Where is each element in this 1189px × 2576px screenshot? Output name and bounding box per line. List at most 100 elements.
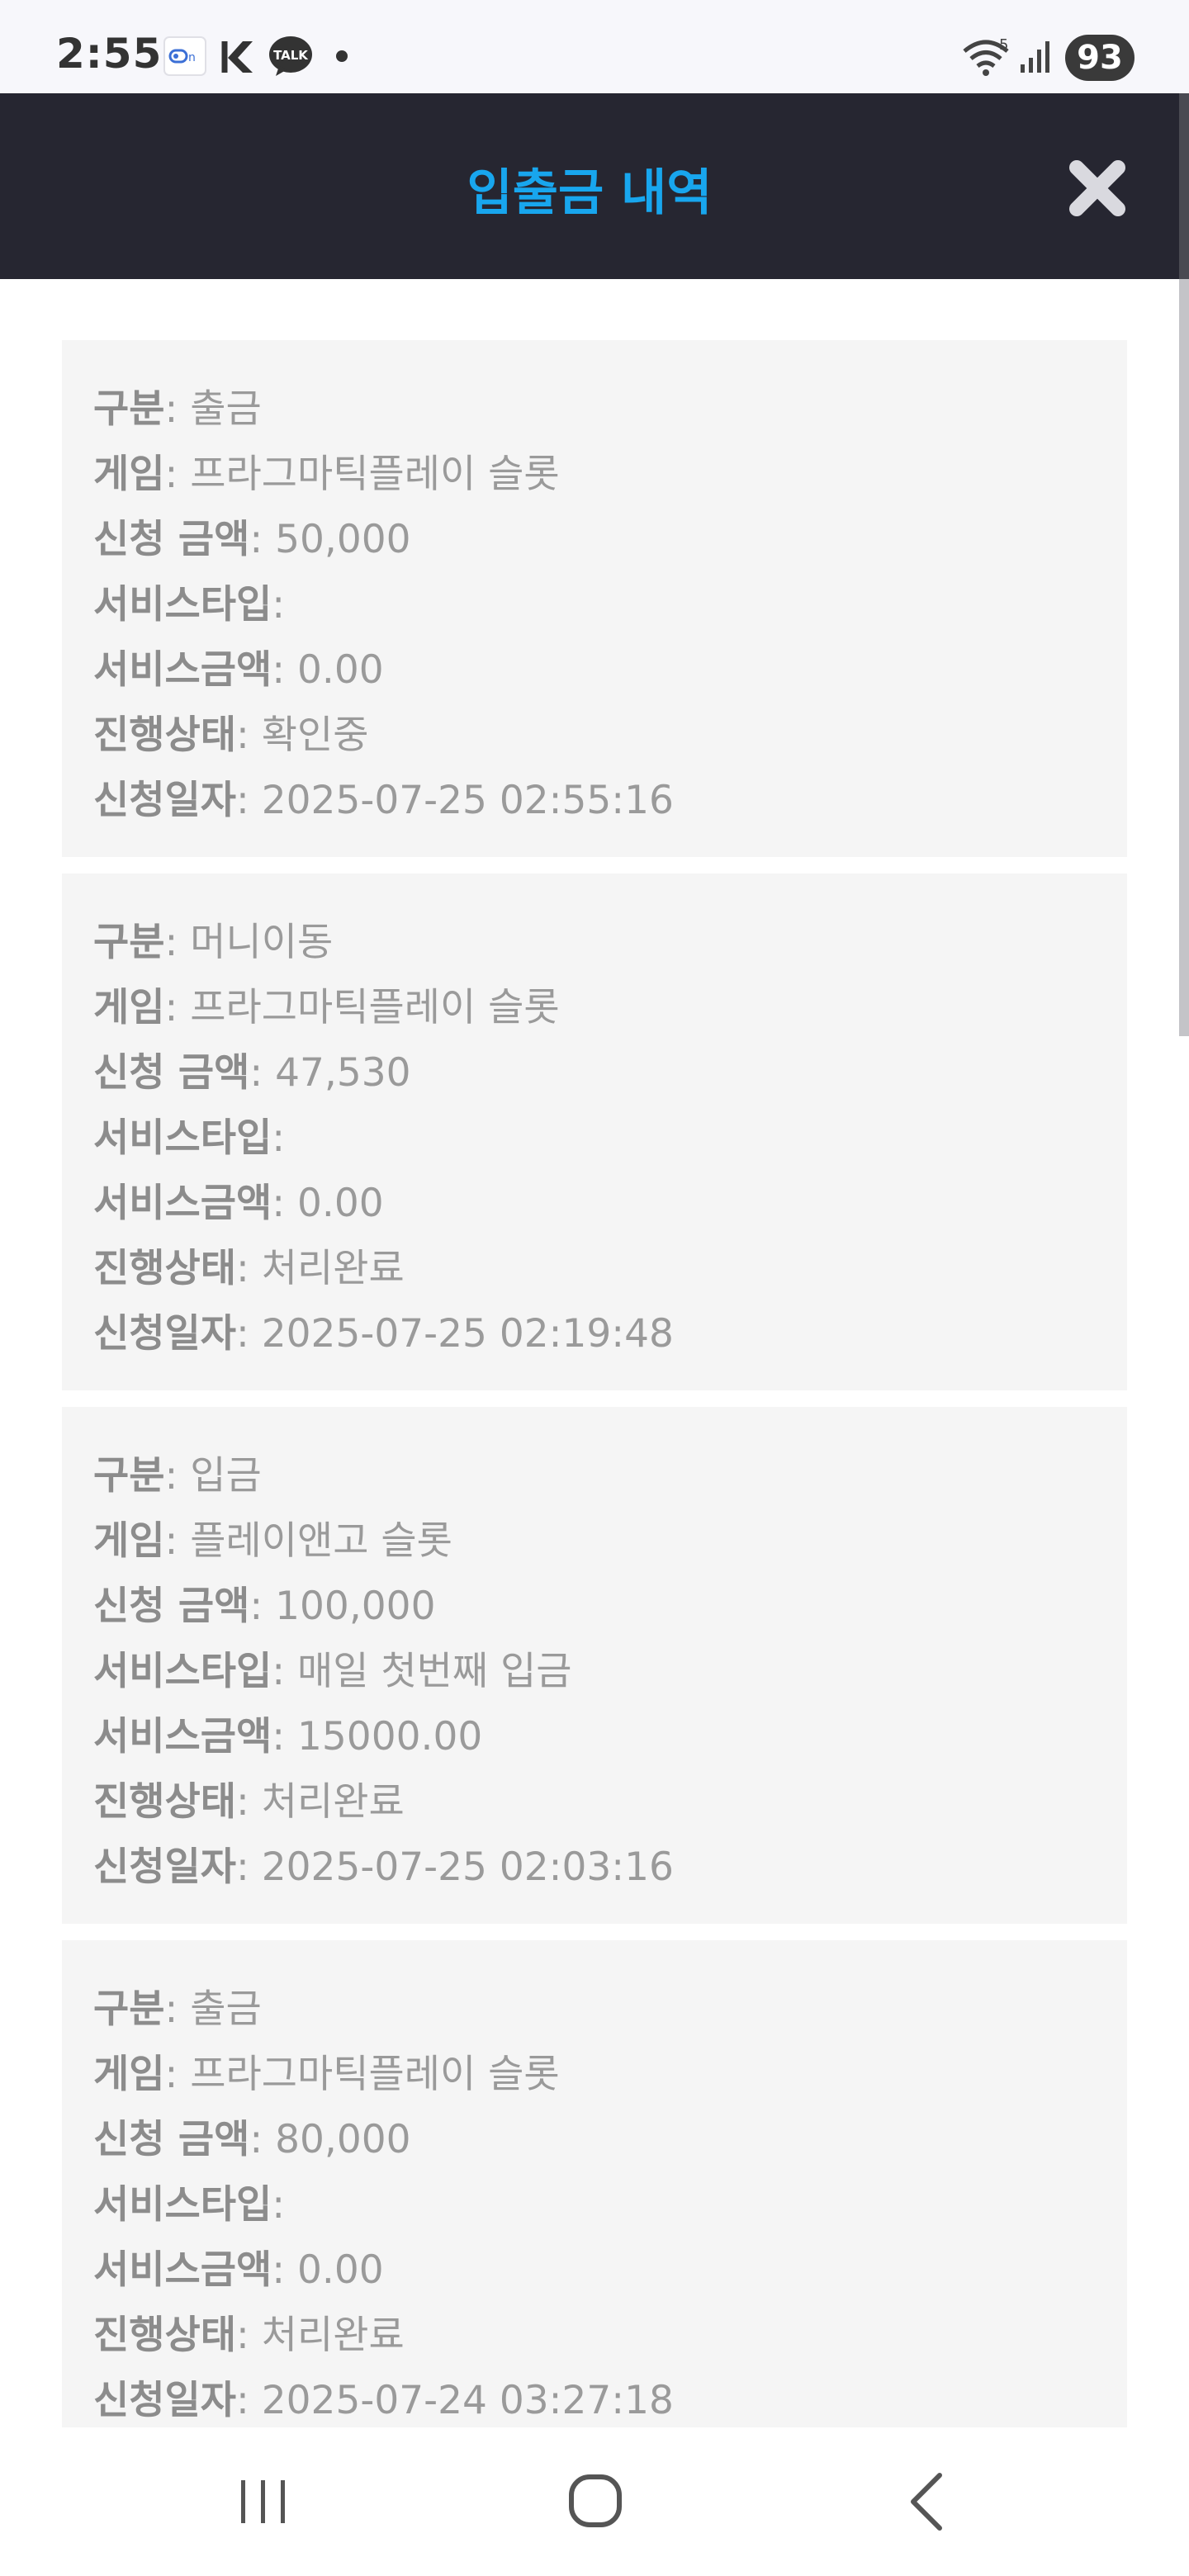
value-amount: 100,000: [275, 1584, 436, 1629]
value-amount: 80,000: [275, 2117, 411, 2162]
close-icon: [1069, 160, 1125, 216]
label-service-amount: 서비스금액: [93, 647, 272, 693]
link-icon: n: [163, 36, 206, 76]
transaction-list[interactable]: 구분: 출금 게임: 프라그마틱플레이 슬롯 신청 금액: 50,000 서비스…: [62, 340, 1127, 2474]
home-icon: [569, 2474, 622, 2527]
back-icon: [911, 2473, 942, 2531]
value-game: 프라그마틱플레이 슬롯: [190, 985, 560, 1030]
label-game: 게임: [93, 985, 165, 1030]
value-service-type: 매일 첫번째 입금: [296, 1649, 572, 1694]
label-service-amount: 서비스금액: [93, 2247, 272, 2293]
row-status: 진행상태: 처리완료: [93, 2313, 405, 2358]
row-game: 게임: 프라그마틱플레이 슬롯: [93, 452, 560, 497]
row-service-amount: 서비스금액: 15000.00: [93, 1714, 483, 1759]
value-amount: 47,530: [275, 1050, 411, 1096]
label-service-amount: 서비스금액: [93, 1181, 272, 1226]
transaction-card: 구분: 입금 게임: 플레이앤고 슬롯 신청 금액: 100,000 서비스타입…: [62, 1407, 1127, 1924]
value-service-amount: 0.00: [296, 2247, 384, 2293]
label-service-type: 서비스타입: [93, 1115, 272, 1161]
value-type: 입금: [190, 1453, 262, 1499]
label-type: 구분: [93, 1986, 165, 2032]
row-service-type: 서비스타입:: [93, 582, 286, 627]
row-service-amount: 서비스금액: 0.00: [93, 647, 384, 693]
scrollbar-track-header: [1179, 93, 1189, 279]
value-type: 출금: [190, 386, 262, 432]
value-service-amount: 0.00: [296, 1181, 384, 1226]
row-status: 진행상태: 처리완료: [93, 1246, 405, 1291]
label-status: 진행상태: [93, 1246, 236, 1291]
value-status: 처리완료: [261, 2313, 405, 2358]
battery-badge: 93: [1065, 35, 1135, 81]
page-title: 입출금 내역: [467, 164, 713, 222]
row-type: 구분: 입금: [93, 1453, 262, 1499]
signal-icon: [1021, 41, 1049, 73]
row-amount: 신청 금액: 80,000: [93, 2117, 411, 2162]
value-service-amount: 15000.00: [296, 1714, 483, 1759]
header: 입출금 내역: [0, 93, 1179, 279]
svg-text:TALK: TALK: [273, 48, 309, 63]
row-amount: 신청 금액: 50,000: [93, 517, 411, 562]
value-game: 프라그마틱플레이 슬롯: [190, 452, 560, 497]
label-service-amount: 서비스금액: [93, 1714, 272, 1759]
svg-text:n: n: [188, 51, 196, 64]
value-date: 2025-07-25 02:19:48: [261, 1311, 674, 1357]
label-date: 신청일자: [93, 778, 236, 823]
value-game: 플레이앤고 슬롯: [190, 1518, 452, 1564]
label-service-type: 서비스타입: [93, 2182, 272, 2228]
row-service-amount: 서비스금액: 0.00: [93, 1181, 384, 1226]
value-type: 출금: [190, 1986, 262, 2032]
label-type: 구분: [93, 386, 165, 432]
system-nav-bar: [0, 2427, 1189, 2576]
row-date: 신청일자: 2025-07-25 02:03:16: [93, 1844, 674, 1890]
label-service-type: 서비스타입: [93, 1649, 272, 1694]
label-status: 진행상태: [93, 713, 236, 758]
row-game: 게임: 플레이앤고 슬롯: [93, 1518, 452, 1564]
home-button[interactable]: [558, 2469, 632, 2535]
value-date: 2025-07-25 02:55:16: [261, 778, 674, 823]
status-time: 2:55: [56, 30, 163, 78]
row-service-type: 서비스타입:: [93, 1115, 286, 1161]
kakaotalk-icon: TALK: [269, 36, 312, 76]
row-service-type: 서비스타입:: [93, 2182, 286, 2228]
row-amount: 신청 금액: 100,000: [93, 1584, 436, 1629]
label-status: 진행상태: [93, 1779, 236, 1825]
row-type: 구분: 출금: [93, 386, 262, 432]
label-game: 게임: [93, 452, 165, 497]
value-status: 확인중: [261, 713, 369, 758]
label-amount: 신청 금액: [93, 1050, 250, 1096]
value-game: 프라그마틱플레이 슬롯: [190, 2052, 560, 2097]
row-game: 게임: 프라그마틱플레이 슬롯: [93, 985, 560, 1030]
label-date: 신청일자: [93, 2378, 236, 2423]
close-button[interactable]: [1065, 156, 1130, 220]
label-game: 게임: [93, 1518, 165, 1564]
row-amount: 신청 금액: 47,530: [93, 1050, 411, 1096]
transaction-card: 구분: 출금 게임: 프라그마틱플레이 슬롯 신청 금액: 80,000 서비스…: [62, 1940, 1127, 2457]
svg-text:5: 5: [999, 36, 1008, 54]
label-type: 구분: [93, 920, 165, 965]
label-amount: 신청 금액: [93, 517, 250, 562]
value-status: 처리완료: [261, 1246, 405, 1291]
label-status: 진행상태: [93, 2313, 236, 2358]
k-icon: [221, 41, 253, 73]
label-service-type: 서비스타입: [93, 582, 272, 627]
value-service-amount: 0.00: [296, 647, 384, 693]
label-date: 신청일자: [93, 1844, 236, 1890]
label-amount: 신청 금액: [93, 1584, 250, 1629]
recent-apps-icon: [241, 2480, 285, 2523]
transaction-card: 구분: 출금 게임: 프라그마틱플레이 슬롯 신청 금액: 50,000 서비스…: [62, 340, 1127, 857]
wifi-icon: 5: [963, 36, 1009, 76]
recent-apps-button[interactable]: [226, 2469, 301, 2535]
back-button[interactable]: [892, 2469, 966, 2535]
row-type: 구분: 머니이동: [93, 920, 334, 965]
value-date: 2025-07-24 03:27:18: [261, 2378, 674, 2423]
label-date: 신청일자: [93, 1311, 236, 1357]
row-date: 신청일자: 2025-07-25 02:55:16: [93, 778, 674, 823]
value-type: 머니이동: [190, 920, 334, 965]
label-game: 게임: [93, 2052, 165, 2097]
row-date: 신청일자: 2025-07-25 02:19:48: [93, 1311, 674, 1357]
row-status: 진행상태: 확인중: [93, 713, 369, 758]
row-service-amount: 서비스금액: 0.00: [93, 2247, 384, 2293]
label-type: 구분: [93, 1453, 165, 1499]
row-game: 게임: 프라그마틱플레이 슬롯: [93, 2052, 560, 2097]
row-date: 신청일자: 2025-07-24 03:27:18: [93, 2378, 674, 2423]
